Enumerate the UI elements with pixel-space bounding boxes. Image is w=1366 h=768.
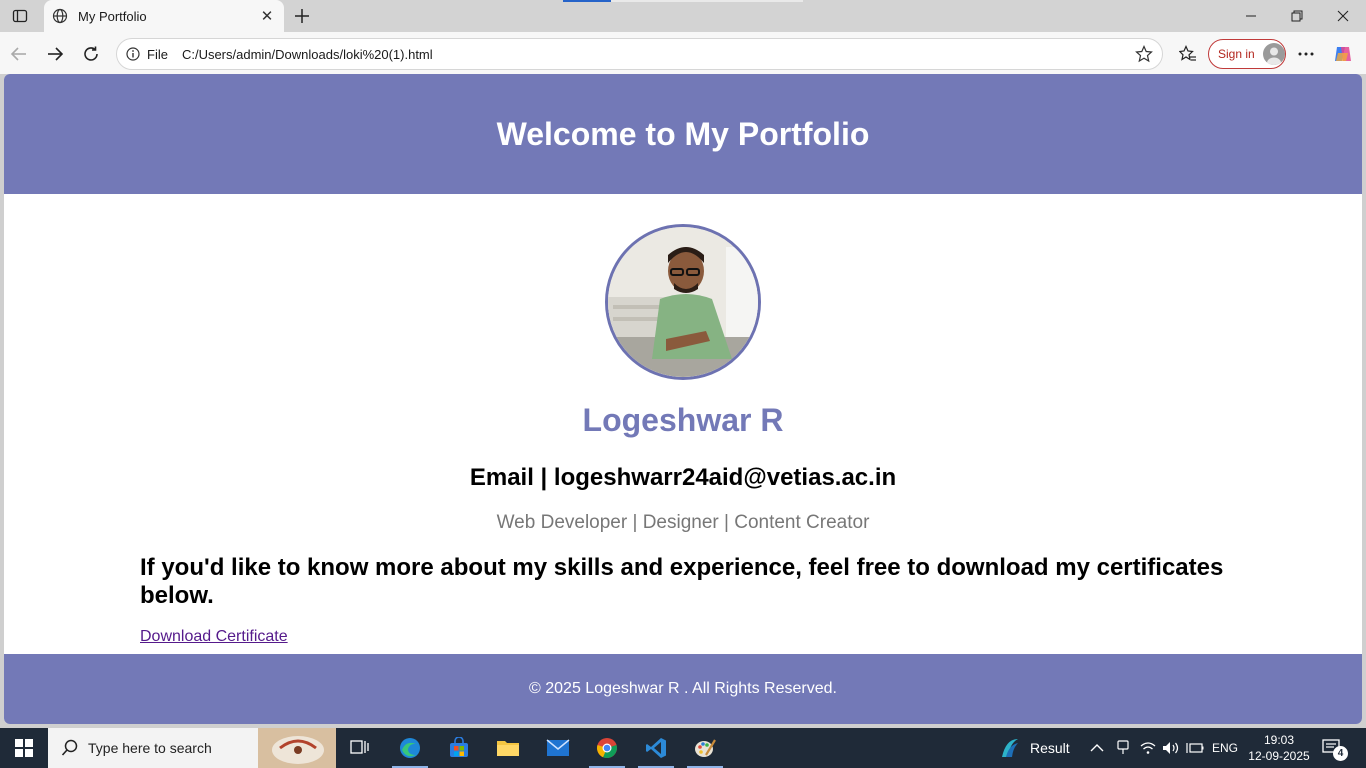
site-header: Welcome to My Portfolio (4, 74, 1362, 194)
sign-in-label: Sign in (1218, 47, 1255, 61)
language-label: ENG (1212, 741, 1239, 755)
intro-text: If you'd like to know more about my skil… (140, 554, 1224, 609)
browser-tab-strip: My Portfolio ✕ (0, 0, 1366, 32)
weather-label: Result (1030, 740, 1070, 756)
footer-copyright: © 2025 Logeshwar R . All Rights Reserved… (529, 680, 837, 697)
favorite-star-icon[interactable] (1134, 44, 1154, 64)
file-explorer-icon[interactable] (484, 728, 532, 768)
back-arrow-icon[interactable] (6, 41, 32, 67)
forward-arrow-icon[interactable] (42, 41, 68, 67)
site-info-icon[interactable] (125, 46, 141, 62)
loading-indicator (563, 0, 611, 2)
profile-photo (605, 224, 761, 380)
wifi-icon[interactable] (1140, 728, 1156, 768)
new-tab-icon[interactable] (290, 4, 314, 28)
task-view-icon[interactable] (336, 728, 384, 768)
windows-start-icon[interactable] (0, 728, 48, 768)
weather-icon (998, 737, 1022, 759)
browser-tab[interactable]: My Portfolio ✕ (44, 0, 284, 32)
windows-taskbar: Type here to search Result ENG 19:03 12-… (0, 728, 1366, 768)
chrome-icon[interactable] (583, 728, 631, 768)
more-options-icon[interactable] (1293, 41, 1319, 67)
site-footer: © 2025 Logeshwar R . All Rights Reserved… (4, 654, 1362, 724)
vscode-icon[interactable] (632, 728, 680, 768)
copilot-icon[interactable] (1330, 41, 1356, 67)
page-viewport: Welcome to My Portfolio Logeshwar R Emai… (4, 74, 1362, 724)
clock-date: 12-09-2025 (1248, 749, 1310, 763)
tab-actions-icon[interactable] (8, 6, 32, 26)
notification-center-icon[interactable]: 4 (1322, 728, 1348, 768)
download-certificate-link[interactable]: Download Certificate (140, 628, 288, 646)
address-scheme: File (147, 46, 168, 62)
meet-now-icon[interactable] (1116, 728, 1130, 768)
volume-icon[interactable] (1162, 728, 1180, 768)
browser-toolbar: File C:/Users/admin/Downloads/loki%20(1)… (0, 32, 1366, 74)
mail-icon[interactable] (534, 728, 582, 768)
paint-icon[interactable] (681, 728, 729, 768)
search-icon (60, 738, 80, 758)
tab-title: My Portfolio (78, 8, 147, 24)
search-placeholder: Type here to search (88, 740, 212, 756)
show-hidden-icons-icon[interactable] (1090, 728, 1104, 768)
sign-in-button[interactable]: Sign in (1208, 39, 1286, 69)
minimize-icon[interactable] (1228, 0, 1274, 32)
email-line: Email | logeshwarr24aid@vetias.ac.in (469, 464, 897, 491)
microsoft-store-icon[interactable] (435, 728, 483, 768)
edge-browser-icon[interactable] (386, 728, 434, 768)
globe-icon (52, 8, 68, 24)
close-window-icon[interactable] (1320, 0, 1366, 32)
page-title: Welcome to My Portfolio (496, 115, 870, 152)
notification-icon: 4 (1322, 739, 1348, 761)
clock-time: 19:03 (1263, 733, 1295, 747)
language-indicator[interactable]: ENG (1212, 728, 1238, 768)
taskbar-clock[interactable]: 19:03 12-09-2025 (1244, 732, 1314, 764)
weather-widget[interactable]: Result (998, 728, 1070, 768)
battery-icon[interactable] (1186, 728, 1204, 768)
profile-name: Logeshwar R (582, 402, 784, 438)
avatar-icon (1262, 43, 1285, 65)
notification-badge: 4 (1333, 746, 1348, 761)
restore-icon[interactable] (1274, 0, 1320, 32)
address-url[interactable]: C:/Users/admin/Downloads/loki%20(1).html (182, 47, 1134, 62)
loading-indicator-track (611, 0, 803, 2)
search-highlight-image (258, 728, 336, 768)
favorites-icon[interactable] (1175, 41, 1201, 67)
address-bar[interactable]: File C:/Users/admin/Downloads/loki%20(1)… (116, 38, 1163, 70)
refresh-icon[interactable] (78, 41, 104, 67)
roles-tagline: Web Developer | Designer | Content Creat… (496, 512, 870, 533)
taskbar-search-box[interactable]: Type here to search (48, 728, 336, 768)
close-tab-icon[interactable]: ✕ (256, 5, 278, 27)
